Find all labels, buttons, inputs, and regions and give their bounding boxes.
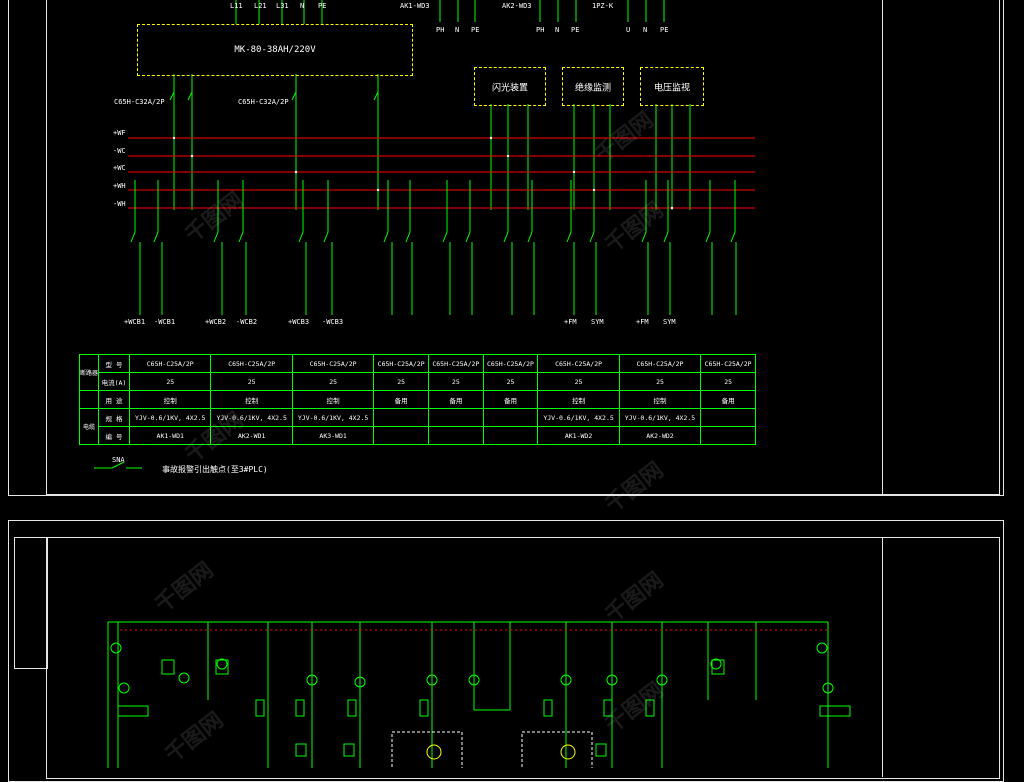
terminal-pe-3: PE xyxy=(660,26,669,34)
terminal-pe-2: PE xyxy=(571,26,580,34)
table-cell: 25 xyxy=(373,372,429,391)
bus-label-wh-plus: +WH xyxy=(113,182,126,190)
table-cell: 备用 xyxy=(373,390,429,409)
phase-label-n: N xyxy=(300,2,305,10)
voltage-monitor-label: 电压监视 xyxy=(653,83,690,93)
table-cell: C65H-C25A/2P xyxy=(373,354,429,373)
bus-label-wf-plus: +WF xyxy=(113,129,126,137)
table-cell xyxy=(428,426,484,445)
terminal-fm-2: +FM xyxy=(636,318,649,326)
flash-device-box: 闪光装置 xyxy=(474,67,546,106)
top-label-ak2: AK2-WD3 xyxy=(502,2,532,10)
table-cell: 25 xyxy=(537,372,620,391)
table-row: 电缆 规 格 YJV-0.6/1KV, 4X2.5 YJV-0.6/1KV, 4… xyxy=(78,408,756,445)
terminal-wcb1-plus: +WCB1 xyxy=(124,318,146,326)
breaker-label-2: C65H-C32A/2P xyxy=(238,98,289,106)
table-cell: C65H-C25A/2P xyxy=(482,354,539,373)
table-cell: YJV-0.6/1KV, 4X2.5 xyxy=(618,408,702,427)
terminal-sym-2: SYM xyxy=(663,318,676,326)
table-row-label-use: 用 途 xyxy=(98,390,131,409)
table-cell: 控制 xyxy=(129,390,212,409)
breaker-label-1: C65H-C32A/2P xyxy=(114,98,165,106)
terminal-wcb2-plus: +WCB2 xyxy=(205,318,227,326)
bus-label-wh-minus: -WH xyxy=(113,200,126,208)
terminal-wcb3-minus: -WCB3 xyxy=(322,318,344,326)
terminal-wcb2-minus: -WCB2 xyxy=(236,318,258,326)
table-row: 断路器 型 号 C65H-C25A/2P C65H-C25A/2P C65H-C… xyxy=(78,354,756,391)
table-row-label-number: 编 号 xyxy=(98,426,131,445)
table-cell: 25 xyxy=(291,372,375,391)
table-cell xyxy=(482,426,539,445)
table-cell: C65H-C25A/2P xyxy=(537,354,620,373)
phase-label-l21: L21 xyxy=(254,2,267,10)
terminal-u-3: U xyxy=(626,26,631,34)
terminal-n-2: N xyxy=(555,26,560,34)
table-cell: AK2-WD2 xyxy=(618,426,702,445)
table-cell: 25 xyxy=(482,372,539,391)
table-cell: 控制 xyxy=(537,390,620,409)
table-side-header-cable: 电缆 xyxy=(78,408,100,445)
table-cell: 25 xyxy=(428,372,484,391)
terminal-n-1: N xyxy=(455,26,460,34)
breaker-spec-table: 断路器 型 号 C65H-C25A/2P C65H-C25A/2P C65H-C… xyxy=(78,354,756,445)
power-module-label: MK-80-38AH/220V xyxy=(234,45,316,55)
terminal-pe-1: PE xyxy=(471,26,480,34)
table-cell: YJV-0.6/1KV, 4X2.5 xyxy=(129,408,212,427)
terminal-wcb1-minus: -WCB1 xyxy=(154,318,176,326)
sna-label: SNA xyxy=(112,456,125,464)
table-cell: 备用 xyxy=(482,390,539,409)
phase-label-l31: L31 xyxy=(276,2,289,10)
table-cell: 25 xyxy=(700,372,756,391)
table-side-header-breaker: 断路器 xyxy=(78,354,100,391)
power-module-box: MK-80-38AH/220V xyxy=(137,24,413,76)
table-cell: YJV-0.6/1KV, 4X2.5 xyxy=(537,408,620,427)
bus-label-wc-plus: +WC xyxy=(113,164,126,172)
table-cell xyxy=(700,426,756,445)
table-cell: C65H-C25A/2P xyxy=(210,354,293,373)
top-label-ak3: 1PZ-K xyxy=(592,2,614,10)
terminal-wcb3-plus: +WCB3 xyxy=(288,318,310,326)
table-cell: YJV-0.6/1KV, 4X2.5 xyxy=(291,408,375,427)
table-cell xyxy=(373,408,429,427)
table-cell: C65H-C25A/2P xyxy=(291,354,375,373)
table-row-label-current: 电流(A) xyxy=(98,372,131,391)
alarm-note: 事故报警引出触点(至3#PLC) xyxy=(162,465,268,474)
table-side-blank xyxy=(78,390,100,409)
table-cell: 控制 xyxy=(291,390,375,409)
terminal-ph-1: PH xyxy=(436,26,445,34)
top-label-ak1: AK1-WD3 xyxy=(400,2,430,10)
table-row: 用 途 控制 控制 控制 备用 备用 备用 控制 控制 备用 xyxy=(78,390,756,409)
table-row-label-spec: 规 格 xyxy=(98,408,131,427)
terminal-fm-1: +FM xyxy=(564,318,577,326)
table-row-label-model: 型 号 xyxy=(98,354,131,373)
table-cell xyxy=(700,408,756,427)
insulation-monitor-box: 绝缘监测 xyxy=(562,67,624,106)
phase-label-pe: PE xyxy=(318,2,327,10)
table-cell: 控制 xyxy=(210,390,293,409)
terminal-n-3: N xyxy=(643,26,648,34)
flash-device-label: 闪光装置 xyxy=(491,83,528,93)
terminal-sym-1: SYM xyxy=(591,318,604,326)
table-cell: AK1-WD2 xyxy=(537,426,620,445)
table-cell: C65H-C25A/2P xyxy=(428,354,484,373)
insulation-monitor-label: 绝缘监测 xyxy=(574,83,611,93)
table-cell: 控制 xyxy=(618,390,702,409)
table-cell xyxy=(428,408,484,427)
table-cell: C65H-C25A/2P xyxy=(700,354,756,373)
table-row: 电流(A) 25 25 25 25 25 25 25 25 25 xyxy=(80,372,756,391)
table-cell: 备用 xyxy=(428,390,484,409)
table-cell: C65H-C25A/2P xyxy=(129,354,212,373)
voltage-monitor-box: 电压监视 xyxy=(640,67,704,106)
terminal-ph-2: PH xyxy=(536,26,545,34)
phase-label-l11: L11 xyxy=(230,2,243,10)
table-cell: C65H-C25A/2P xyxy=(618,354,702,373)
table-cell xyxy=(373,426,429,445)
table-cell: AK3-WD1 xyxy=(291,426,375,445)
table-cell: 25 xyxy=(618,372,702,391)
table-cell: 25 xyxy=(210,372,293,391)
table-cell: 25 xyxy=(129,372,212,391)
table-cell xyxy=(482,408,539,427)
table-cell: 备用 xyxy=(700,390,756,409)
bus-label-wc-minus: -WC xyxy=(113,147,126,155)
